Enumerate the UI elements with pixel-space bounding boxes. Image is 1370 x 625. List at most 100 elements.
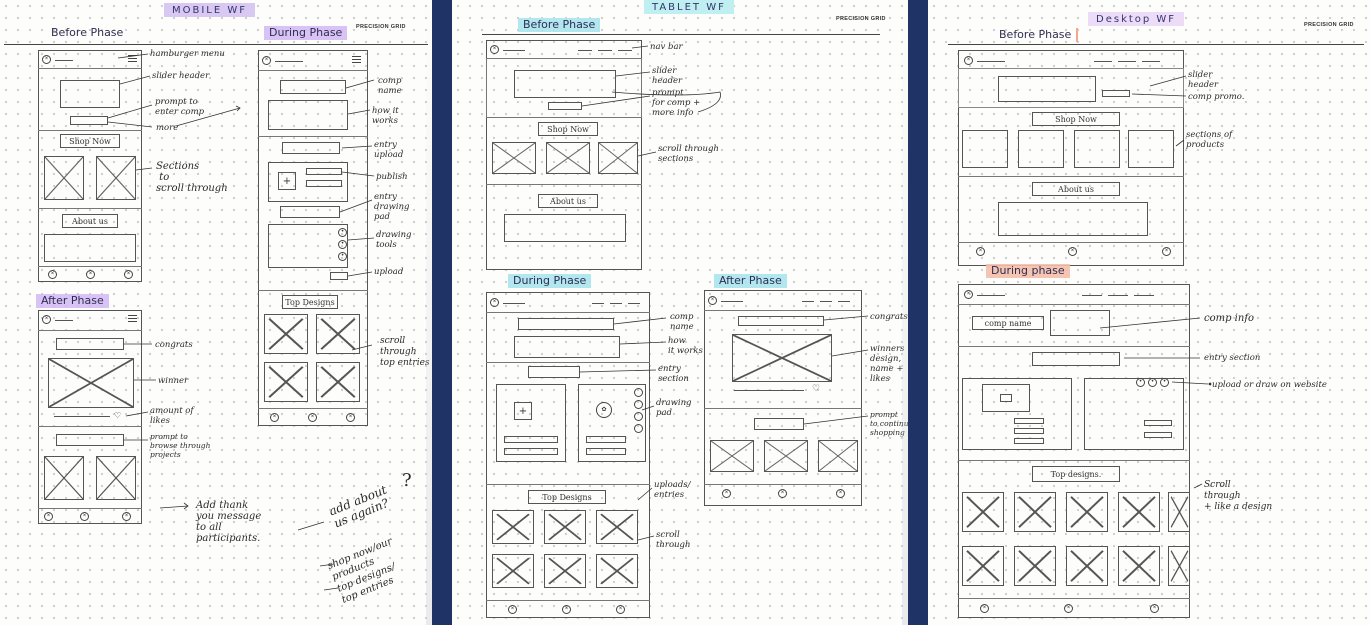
tool-icon[interactable]: • [338,252,347,261]
product-box[interactable] [764,440,808,472]
design-thumb-partial[interactable] [1168,546,1190,586]
nav-icon[interactable]: × [308,413,317,422]
design-thumb[interactable] [962,492,1004,532]
input-line[interactable] [306,180,342,187]
comp-promo-box [998,76,1096,102]
nav-icon[interactable]: × [976,247,985,256]
nav-icon[interactable]: × [508,605,517,614]
about-us-button[interactable]: About us [62,214,118,228]
design-thumb-partial[interactable] [1168,492,1190,532]
design-thumb[interactable] [1066,492,1108,532]
nav-icon[interactable]: × [980,604,989,613]
nav-icon[interactable]: × [270,413,279,422]
project-thumb[interactable] [96,456,136,500]
nav-icon[interactable]: × [124,270,133,279]
comp-name-box [280,80,346,94]
design-thumb[interactable] [316,314,360,354]
section-box [96,156,136,200]
shop-now-button[interactable]: Shop Now [538,122,598,136]
note-publish: publish [376,172,408,182]
nav-icon[interactable]: × [1064,604,1073,613]
x-in-circle-icon: × [964,56,973,65]
tool-icon[interactable] [634,400,643,409]
browse-prompt-box[interactable] [56,434,124,446]
design-thumb[interactable] [492,554,534,588]
product-box[interactable] [818,440,858,472]
design-thumb[interactable] [1118,492,1160,532]
nav-icon[interactable]: × [80,512,89,521]
input-line[interactable] [586,436,626,443]
design-thumb[interactable] [1118,546,1160,586]
input-line[interactable] [504,448,558,455]
tool-icon[interactable]: • [338,228,347,237]
nav-icon[interactable]: × [836,489,845,498]
prompt-button[interactable] [70,116,108,125]
heart-icon[interactable]: ♡ [812,384,820,394]
nav-icon[interactable]: × [44,512,53,521]
add-upload-button[interactable]: + [514,402,532,420]
nav-icon[interactable]: × [1150,604,1159,613]
about-us-button[interactable]: About us [1032,182,1120,196]
input-line[interactable] [1014,428,1044,434]
hamburger-icon[interactable] [128,315,137,324]
hamburger-icon[interactable] [128,55,137,64]
nav-icon[interactable]: × [86,270,95,279]
design-thumb[interactable] [596,554,638,588]
nav-icon[interactable]: × [48,270,57,279]
heart-icon[interactable]: ♡ [114,411,121,421]
tool-icon[interactable] [634,388,643,397]
promo-button[interactable] [1102,90,1130,97]
hamburger-icon[interactable] [352,56,361,65]
design-thumb[interactable] [264,362,308,402]
input-line[interactable] [306,168,342,175]
design-thumb[interactable] [264,314,308,354]
input-line[interactable] [1014,418,1044,424]
input-line[interactable] [504,436,558,443]
tool-icon[interactable]: • [1160,378,1169,387]
input-line[interactable] [1144,432,1172,438]
design-thumb[interactable] [1066,546,1108,586]
about-us-button[interactable]: About us [538,194,598,208]
nav-icon[interactable]: × [722,489,731,498]
top-designs-heading: Top Designs [528,490,606,504]
continue-shopping-button[interactable] [754,418,804,430]
nav-icon[interactable]: × [562,605,571,614]
input-line[interactable] [1014,438,1044,444]
shop-now-button[interactable]: Shop Now [1032,112,1120,126]
design-thumb[interactable] [1014,492,1056,532]
design-thumb[interactable] [962,546,1004,586]
more-info-button[interactable] [548,102,582,110]
drawing-pad[interactable] [268,224,348,268]
nav-icon[interactable]: × [346,413,355,422]
project-thumb[interactable] [44,456,84,500]
input-line[interactable] [1144,420,1172,426]
tool-icon[interactable]: • [1148,378,1157,387]
nav-icon[interactable]: × [778,489,787,498]
nav-icon[interactable]: × [1162,247,1171,256]
tool-icon[interactable] [634,424,643,433]
nav-icon[interactable]: × [122,512,131,521]
shop-now-button[interactable]: Shop Now [60,134,120,148]
input-line[interactable] [586,448,626,455]
upload-button[interactable] [330,272,348,280]
drawing-pad[interactable] [1084,378,1184,450]
design-thumb[interactable] [544,554,586,588]
design-thumb[interactable] [316,362,360,402]
nav-icon[interactable]: × [1068,247,1077,256]
upload-icon[interactable] [1000,394,1012,402]
comp-name-box: comp name [972,316,1044,330]
add-upload-button[interactable]: + [278,172,296,190]
tool-icon[interactable] [634,412,643,421]
tool-icon[interactable]: • [338,240,347,249]
design-thumb[interactable] [596,510,638,544]
design-thumb[interactable] [1014,546,1056,586]
product-box[interactable] [710,440,754,472]
design-thumb[interactable] [544,510,586,544]
product-section[interactable] [962,130,1008,168]
design-thumb[interactable] [492,510,534,544]
product-section[interactable] [1128,130,1174,168]
product-section[interactable] [1074,130,1120,168]
nav-icon[interactable]: × [616,605,625,614]
product-section[interactable] [1018,130,1064,168]
tool-icon[interactable]: • [1136,378,1145,387]
